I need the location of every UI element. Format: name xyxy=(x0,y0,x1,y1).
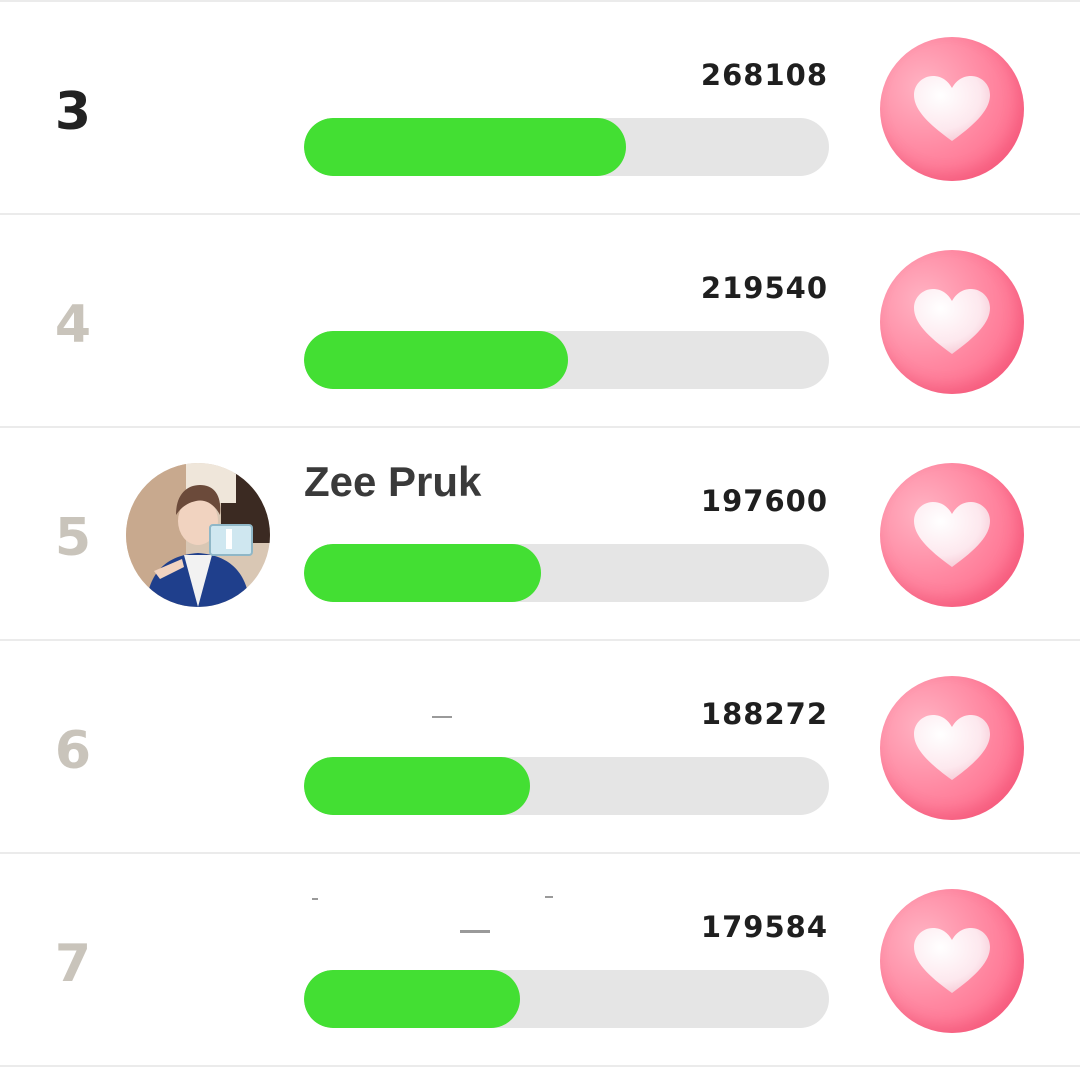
ranking-row: 3 268108 xyxy=(0,2,1080,215)
progress-bar xyxy=(304,757,829,815)
ranking-list: 3 268108 4 219540 5 Zee Pruk 197600 6 18… xyxy=(0,0,1080,1070)
rank-number: 5 xyxy=(54,508,92,568)
rank-number: 3 xyxy=(54,82,92,142)
vote-heart-button[interactable] xyxy=(880,676,1024,820)
heart-icon xyxy=(914,502,990,567)
rank-number: 4 xyxy=(54,295,92,355)
avatar[interactable] xyxy=(126,463,270,607)
redacted-mark xyxy=(312,898,318,900)
vote-heart-button[interactable] xyxy=(880,250,1024,394)
rank-number: 6 xyxy=(54,721,92,781)
vote-count: 197600 xyxy=(700,484,828,518)
heart-icon xyxy=(914,289,990,354)
progress-fill xyxy=(304,118,626,176)
heart-icon xyxy=(914,928,990,993)
heart-icon xyxy=(914,715,990,780)
heart-icon xyxy=(914,76,990,141)
ranking-row: 6 188272 xyxy=(0,641,1080,854)
progress-fill xyxy=(304,331,569,389)
progress-bar xyxy=(304,331,829,389)
progress-fill xyxy=(304,544,541,602)
vote-heart-button[interactable] xyxy=(880,37,1024,181)
vote-count: 179584 xyxy=(700,910,828,944)
vote-heart-button[interactable] xyxy=(880,889,1024,1033)
ranking-row: 7 179584 xyxy=(0,854,1080,1067)
vote-count: 188272 xyxy=(700,697,828,731)
redacted-mark xyxy=(545,896,553,898)
progress-fill xyxy=(304,757,530,815)
vote-heart-button[interactable] xyxy=(880,463,1024,607)
vote-count: 268108 xyxy=(700,58,828,92)
vote-count: 219540 xyxy=(700,271,828,305)
progress-fill xyxy=(304,970,520,1028)
progress-bar xyxy=(304,118,829,176)
progress-bar xyxy=(304,970,829,1028)
progress-bar xyxy=(304,544,829,602)
ranking-row: 4 219540 xyxy=(0,215,1080,428)
rank-number: 7 xyxy=(54,934,92,994)
ranking-row: 5 Zee Pruk 197600 xyxy=(0,428,1080,641)
redacted-mark xyxy=(432,716,452,718)
redacted-mark xyxy=(460,930,490,933)
candidate-name: Zee Pruk xyxy=(304,458,482,505)
